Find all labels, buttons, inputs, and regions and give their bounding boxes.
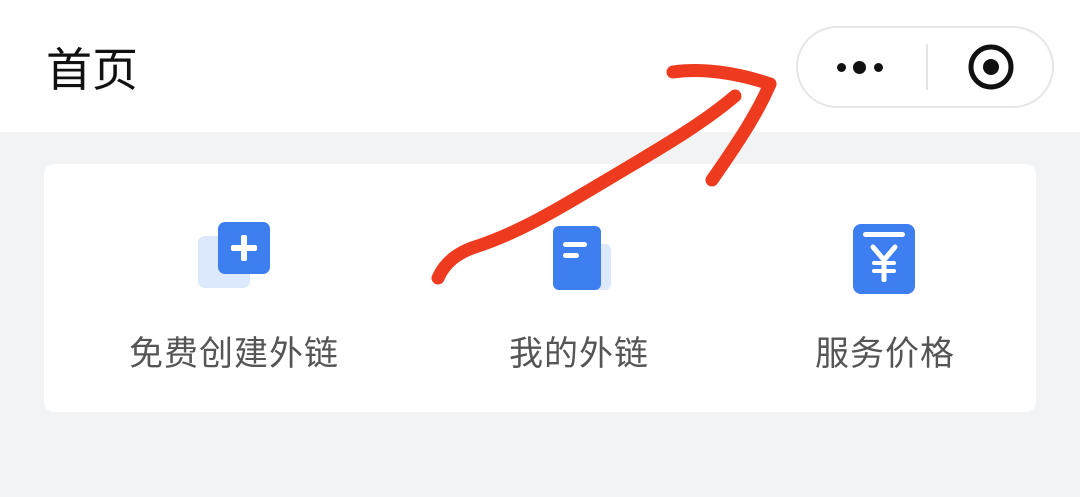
action-label: 我的外链	[509, 334, 649, 374]
action-label: 免费创建外链	[129, 334, 339, 374]
action-service-price[interactable]: 服务价格	[734, 164, 1036, 412]
mini-program-capsule	[796, 26, 1054, 108]
navigation-bar: 首页	[0, 0, 1080, 132]
close-button[interactable]	[928, 28, 1054, 106]
document-icon	[539, 218, 619, 298]
action-create-link[interactable]: 免费创建外链	[44, 164, 424, 412]
more-button[interactable]	[798, 28, 926, 106]
action-label: 服务价格	[815, 334, 955, 374]
yuan-receipt-icon	[845, 218, 925, 298]
page-title: 首页	[46, 43, 138, 97]
target-circle-icon	[968, 44, 1014, 90]
quick-actions-card: 免费创建外链 我的外链 服务价格	[44, 164, 1036, 412]
action-my-links[interactable]: 我的外链	[424, 164, 734, 412]
plus-square-icon	[194, 218, 274, 298]
